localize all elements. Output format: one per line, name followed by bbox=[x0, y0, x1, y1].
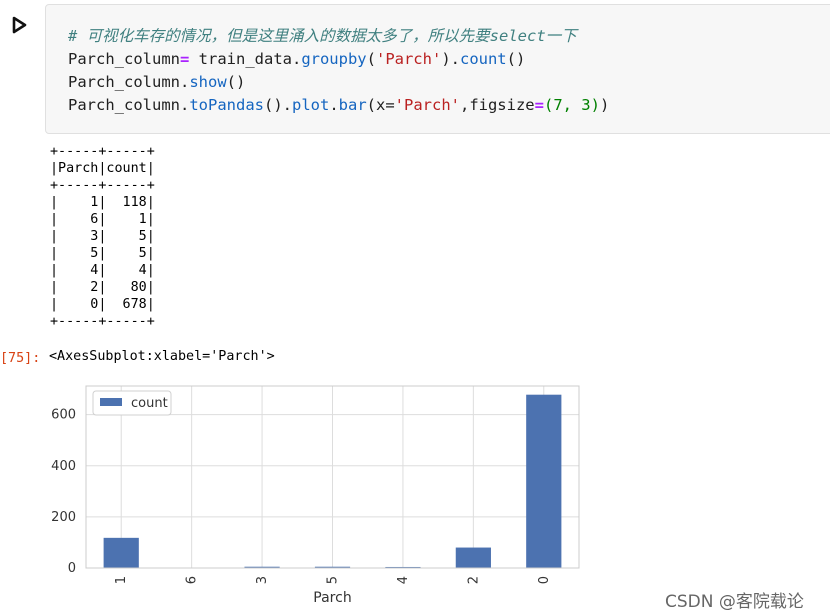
code-token: Parch_column. bbox=[68, 73, 190, 91]
code-token: plot bbox=[291, 96, 330, 114]
code-line-1: Parch_column= train_data.groupby('Parch'… bbox=[68, 48, 609, 71]
code-token: = bbox=[534, 96, 544, 114]
code-token: () bbox=[506, 50, 526, 68]
y-tick-label: 600 bbox=[51, 408, 76, 423]
code-token: ( bbox=[366, 50, 376, 68]
code-token: (7, 3) bbox=[543, 96, 600, 114]
code-cell-input[interactable]: # 可视化车存的情况，但是这里涌入的数据太多了，所以先要select一下 Parc… bbox=[45, 4, 830, 134]
x-tick-label: 3 bbox=[255, 576, 270, 584]
x-tick-label: 4 bbox=[396, 576, 411, 584]
code-token: Parch_column bbox=[68, 50, 180, 68]
table-row: | 0| 678| bbox=[50, 297, 155, 312]
table-row: | 2| 80| bbox=[50, 280, 155, 295]
x-tick-label: 1 bbox=[114, 576, 129, 584]
code-token: ,figsize bbox=[459, 96, 535, 114]
table-header: |Parch|count| bbox=[50, 161, 155, 176]
y-tick-label: 200 bbox=[51, 510, 76, 525]
run-cell-icon[interactable] bbox=[10, 16, 28, 34]
watermark-text: CSDN @客院载论 bbox=[665, 592, 804, 612]
code-token: ) bbox=[599, 96, 610, 114]
code-comment-line: # 可视化车存的情况，但是这里涌入的数据太多了，所以先要select一下 bbox=[68, 25, 609, 48]
output-table: +-----+-----+ |Parch|count| +-----+-----+ |… bbox=[50, 143, 155, 330]
x-tick-label: 5 bbox=[326, 576, 341, 584]
code-line-3: Parch_column.toPandas().plot.bar(x='Parc… bbox=[68, 94, 609, 117]
table-row: | 6| 1| bbox=[50, 212, 155, 227]
table-border: +-----+-----+ bbox=[50, 314, 155, 329]
code-token: (). bbox=[263, 96, 292, 114]
x-tick-label: 6 bbox=[185, 576, 200, 584]
table-row: | 4| 4| bbox=[50, 263, 155, 278]
x-tick-label: 0 bbox=[537, 576, 552, 584]
code-token: . bbox=[329, 96, 339, 114]
code-token: 'Parch' bbox=[375, 50, 442, 68]
bar bbox=[526, 394, 562, 568]
code-token: count bbox=[459, 50, 507, 68]
output-result-text: <AxesSubplot:xlabel='Parch'> bbox=[49, 349, 275, 364]
y-tick-label: 0 bbox=[68, 561, 76, 576]
x-tick-label: 2 bbox=[466, 576, 481, 584]
table-row: | 3| 5| bbox=[50, 229, 155, 244]
bar bbox=[103, 537, 139, 568]
code-token: train_data. bbox=[189, 50, 302, 68]
code-token: show bbox=[189, 73, 227, 91]
table-row: | 1| 118| bbox=[50, 195, 155, 210]
table-border: +-----+-----+ bbox=[50, 178, 155, 193]
code-token: = bbox=[179, 50, 190, 68]
bar bbox=[455, 547, 491, 568]
bar-chart: 0 200 400 600 1 6 3 5 4 2 0 Parch count bbox=[51, 385, 580, 606]
code-token: bar bbox=[338, 96, 367, 114]
legend-label: count bbox=[131, 396, 168, 411]
code-line-2: Parch_column.show() bbox=[68, 71, 609, 94]
code-token: toPandas bbox=[189, 96, 264, 114]
code-token: ). bbox=[441, 50, 460, 68]
x-axis-label: Parch bbox=[313, 590, 351, 606]
code-token: () bbox=[226, 73, 246, 91]
code-editor[interactable]: # 可视化车存的情况，但是这里涌入的数据太多了，所以先要select一下 Parc… bbox=[68, 25, 609, 117]
code-token: 'Parch' bbox=[394, 96, 460, 114]
code-token: groupby bbox=[301, 50, 367, 68]
legend-swatch bbox=[100, 398, 122, 406]
table-border: +-----+-----+ bbox=[50, 144, 155, 159]
execution-prompt: [75]: bbox=[0, 351, 41, 366]
code-token: (x= bbox=[366, 96, 395, 114]
code-token: Parch_column. bbox=[68, 96, 190, 114]
table-row: | 5| 5| bbox=[50, 246, 155, 261]
code-comment: # 可视化车存的情况，但是这里涌入的数据太多了，所以先要select一下 bbox=[68, 27, 577, 45]
y-tick-label: 400 bbox=[51, 459, 76, 474]
